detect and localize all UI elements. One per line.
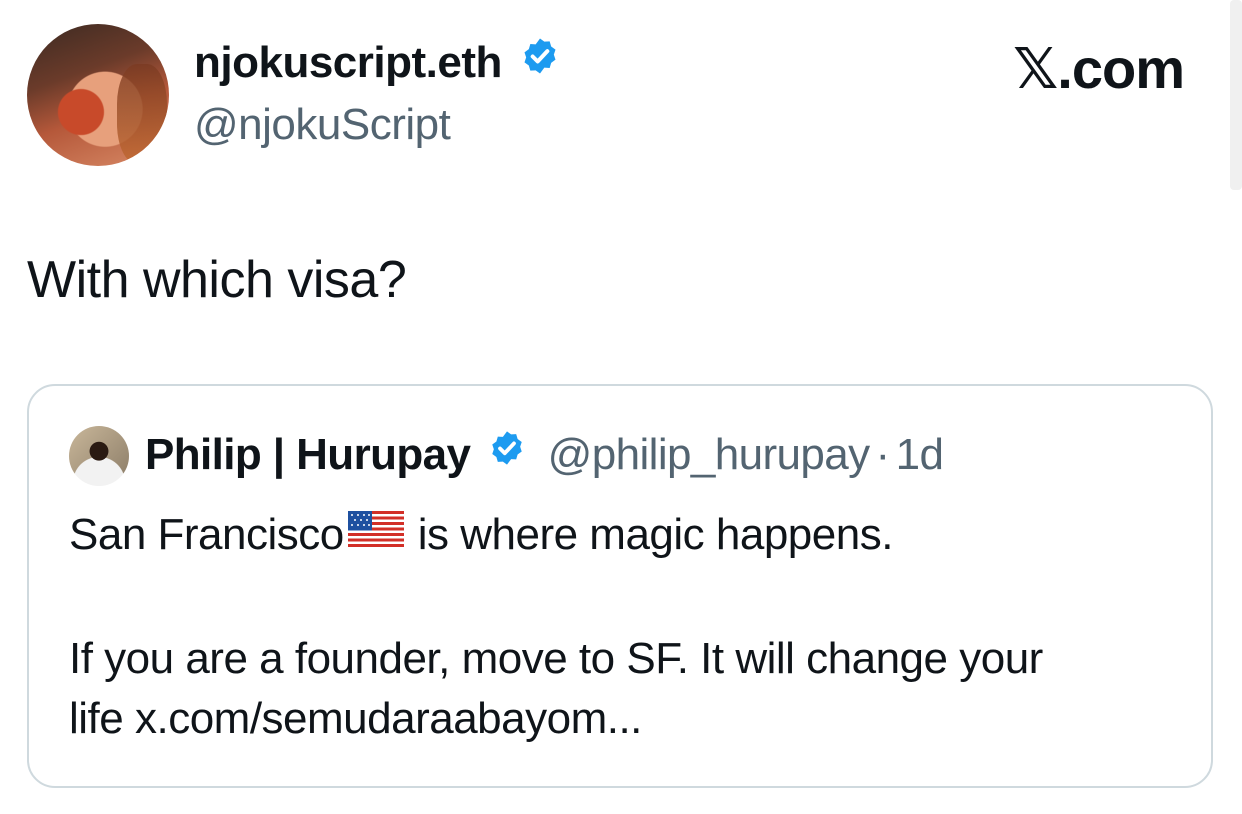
quoted-tweet-line-2: If you are a founder, move to SF. It wil… [69,634,1043,683]
quoted-tweet-header: Philip | Hurupay @philip_hurupay · 1d [145,428,944,482]
author-avatar[interactable] [27,24,169,166]
quoted-text-part: San Francisco [69,510,344,559]
quoted-tweet-card[interactable]: Philip | Hurupay @philip_hurupay · 1d San … [27,384,1213,788]
quoted-text-part: is where magic happens. [417,510,894,559]
tweet-text: With which visa? [27,251,407,309]
author-handle[interactable]: @njokuScript [194,100,451,150]
verified-badge-icon [488,428,526,478]
quoted-tweet-line-3[interactable]: life x.com/semudaraabayom... [69,694,642,744]
scrollbar[interactable] [1230,0,1242,190]
quoted-author-name[interactable]: Philip | Hurupay [145,430,471,479]
quoted-tweet-timestamp[interactable]: 1d [896,430,944,479]
author-name[interactable]: njokuscript.eth [194,38,502,87]
verified-badge-icon [520,36,560,87]
x-brand-logo: 𝕏.com [1013,37,1185,100]
quoted-author-handle[interactable]: @philip_hurupay [548,430,870,479]
separator-dot: · [875,430,891,479]
us-flag-icon [347,508,404,558]
quoted-author-avatar[interactable] [69,426,129,486]
author-name-row: njokuscript.eth [194,38,560,91]
quoted-tweet-line-1: San Francisco is where magic happens. [69,510,893,562]
